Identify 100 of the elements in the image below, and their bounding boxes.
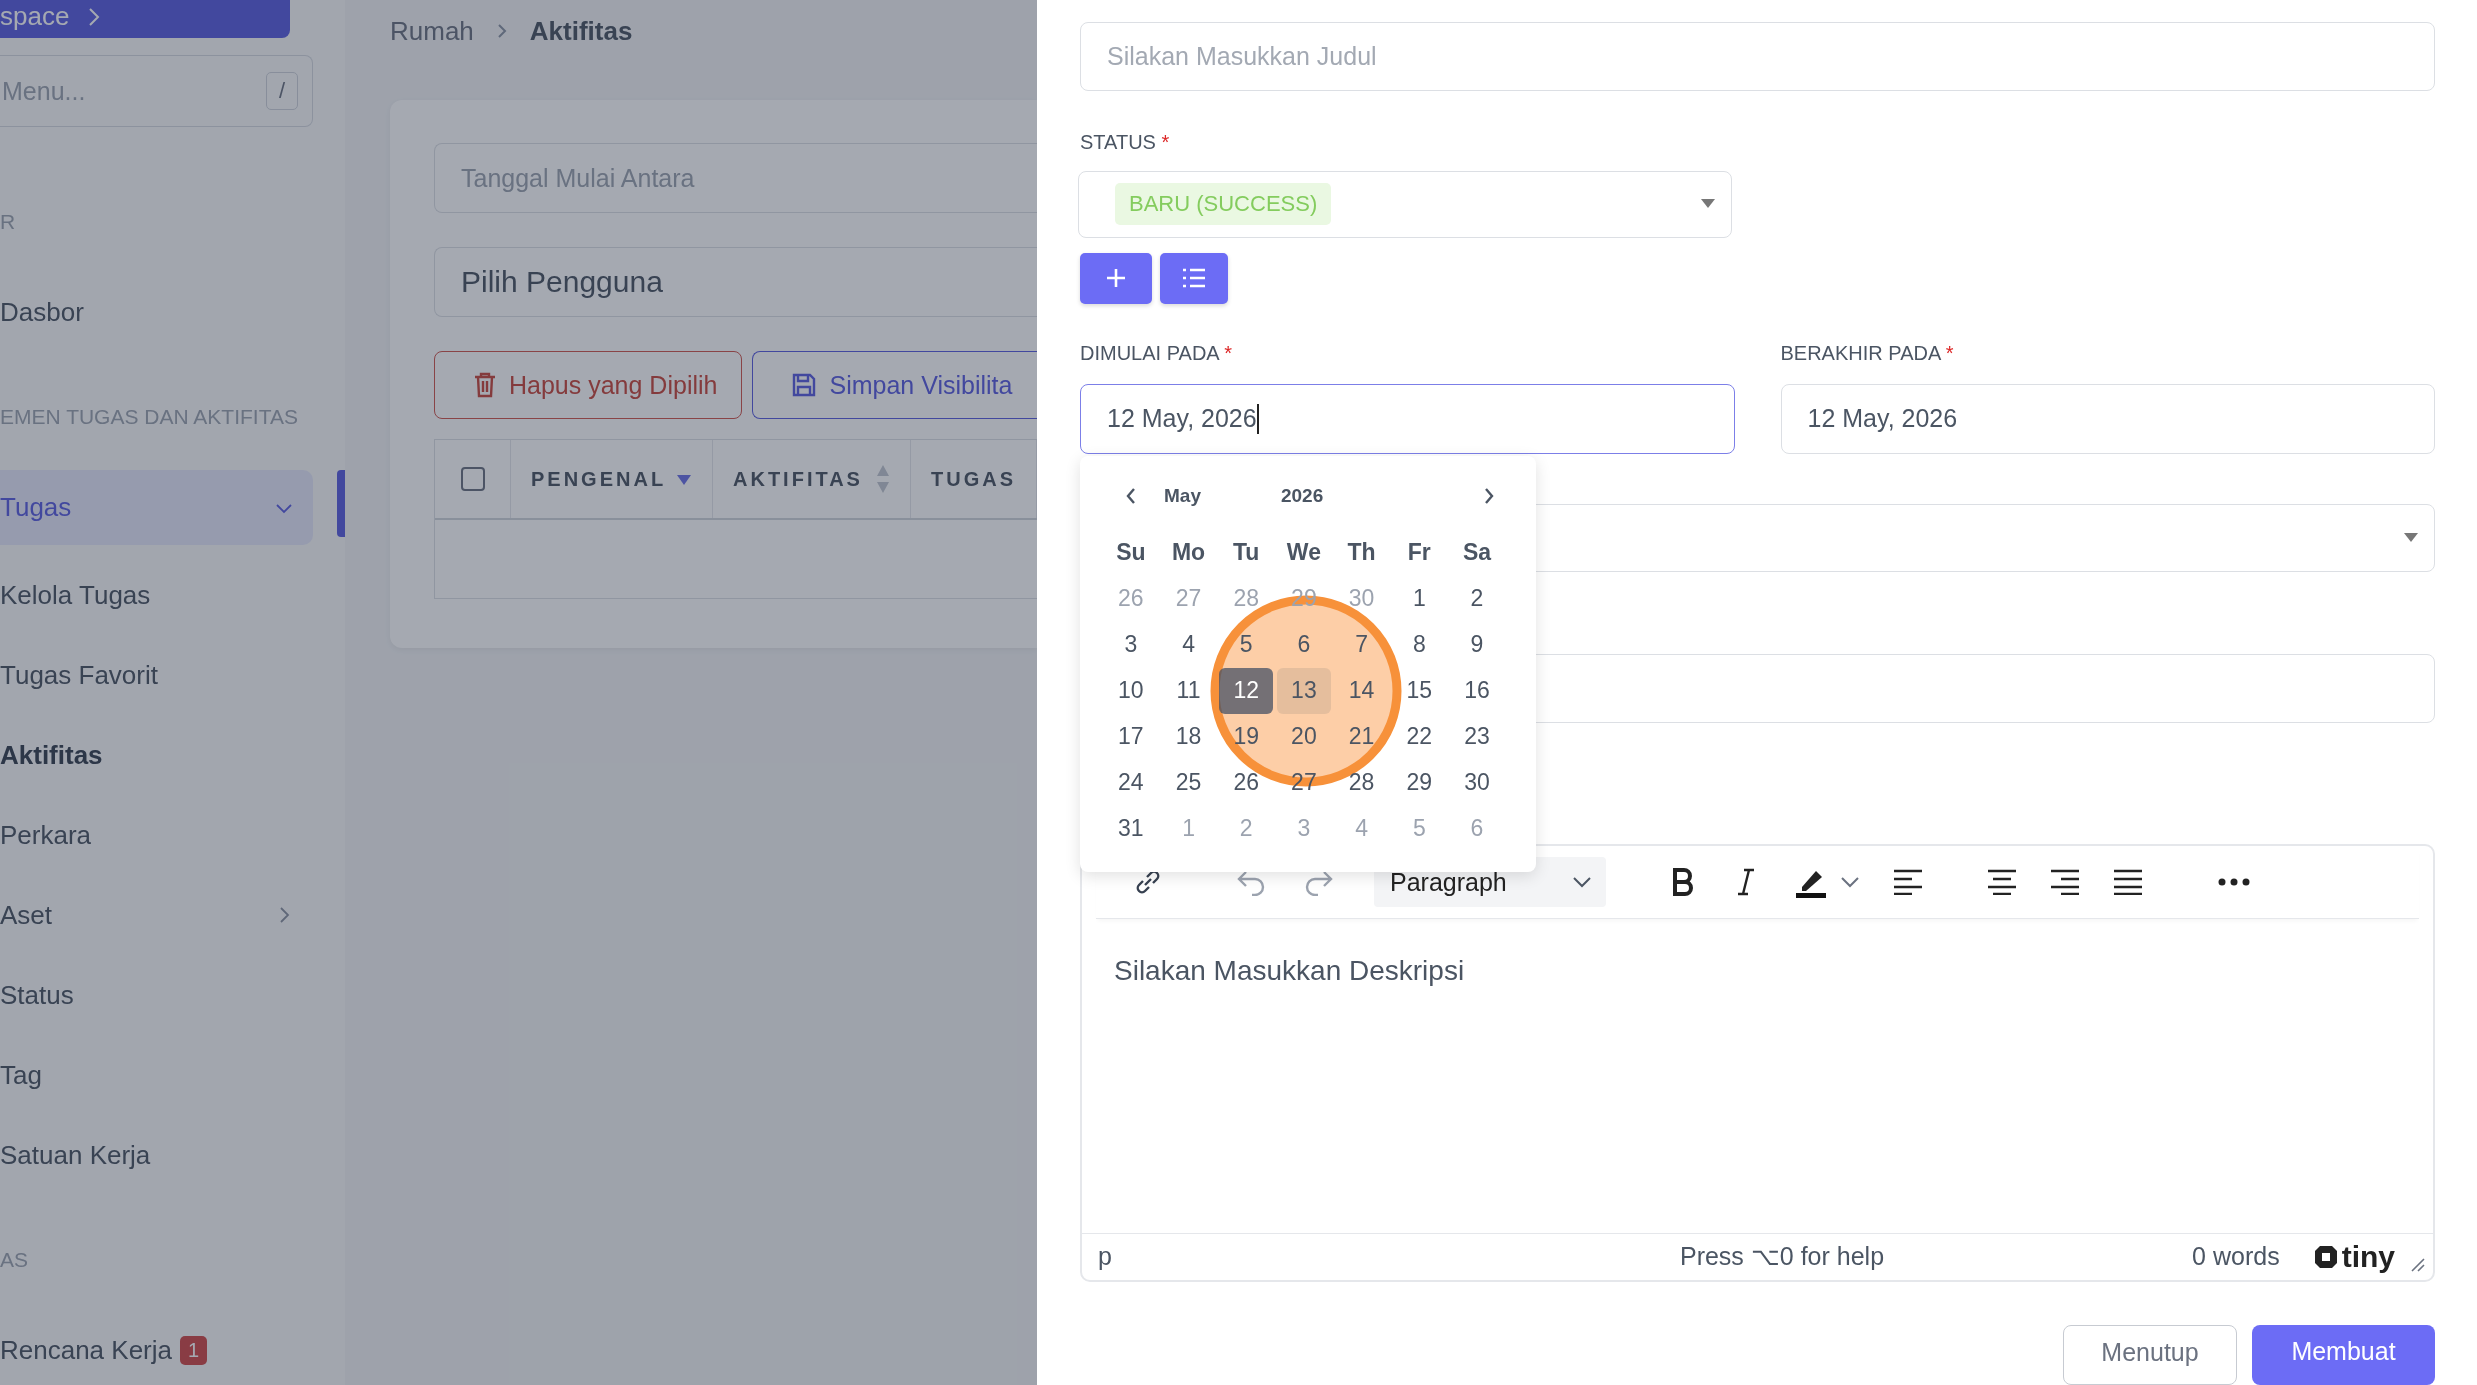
resize-handle-icon[interactable] xyxy=(2409,1256,2425,1272)
add-button[interactable] xyxy=(1080,252,1152,304)
breadcrumb-link[interactable]: Rumah xyxy=(390,15,474,47)
status-tag: BARU (SUCCESS) xyxy=(1115,183,1332,226)
bold-icon[interactable] xyxy=(1672,868,1694,896)
date-field[interactable]: 12 May, 2026 xyxy=(1080,383,1735,454)
nav-item[interactable]: Dasbor xyxy=(0,272,313,352)
menu-search-field[interactable]: Menu... / xyxy=(0,55,313,127)
nav-item[interactable]: Aset xyxy=(0,875,313,955)
help-hint: Press ⌥0 for help xyxy=(1678,1242,1885,1272)
nav-item[interactable]: Rencana Kerja 1 xyxy=(0,1310,313,1385)
calendar-day[interactable]: 29 xyxy=(1392,759,1447,806)
column-header[interactable]: PENGENAL xyxy=(531,467,667,491)
calendar-day[interactable]: 5 xyxy=(1219,621,1274,668)
weekday-label: Tu xyxy=(1232,538,1261,568)
save-visibility-button[interactable]: Simpan Visibilita xyxy=(752,351,1037,419)
nav-item[interactable]: Perkara xyxy=(0,795,313,875)
field-label: BERAKHIR PADA xyxy=(1780,341,1941,364)
nav-item[interactable]: Tugas Favorit xyxy=(0,635,313,715)
calendar-day[interactable]: 16 xyxy=(1450,667,1504,714)
weekday-label: Fr xyxy=(1406,538,1432,568)
calendar-day[interactable]: 20 xyxy=(1277,713,1331,760)
calendar-day[interactable]: 31 xyxy=(1104,805,1158,852)
calendar-day[interactable]: 28 xyxy=(1334,759,1389,806)
calendar-day[interactable]: 23 xyxy=(1450,713,1504,760)
calendar-day[interactable]: 2 xyxy=(1450,575,1504,622)
create-button[interactable]: Membuat xyxy=(2252,1325,2435,1385)
calendar-day[interactable]: 25 xyxy=(1161,759,1216,806)
calendar-day[interactable]: 19 xyxy=(1219,713,1274,760)
required-mark: * xyxy=(1224,341,1232,364)
count-badge: 1 xyxy=(180,1335,208,1365)
cube-icon xyxy=(2313,1245,2338,1269)
element-path[interactable]: p xyxy=(1098,1242,1112,1272)
trash-icon xyxy=(473,371,497,399)
close-button[interactable]: Menutup xyxy=(2063,1325,2237,1385)
calendar-day[interactable]: 4 xyxy=(1161,621,1216,668)
chevron-down-icon[interactable] xyxy=(1840,876,1860,888)
column-header[interactable]: AKTIFITAS xyxy=(733,467,863,491)
field-label: STATUS xyxy=(1080,130,1156,153)
align-left-icon[interactable] xyxy=(1893,869,1923,895)
section-heading: R xyxy=(0,209,17,235)
delete-selected-button[interactable]: Hapus yang Dipilih xyxy=(434,351,743,419)
weekday-label: We xyxy=(1285,538,1322,568)
date-field[interactable]: 12 May, 2026 xyxy=(1780,383,2435,454)
nav-item[interactable]: Tugas xyxy=(0,470,313,545)
calendar-day[interactable]: 22 xyxy=(1392,713,1447,760)
section-heading: EMEN TUGAS DAN AKTIFITAS xyxy=(0,404,299,430)
sort-descending-icon[interactable] xyxy=(676,472,692,486)
calendar-day[interactable]: 21 xyxy=(1334,713,1389,760)
calendar-day[interactable]: 17 xyxy=(1104,713,1158,760)
weekday-label: Th xyxy=(1346,538,1377,568)
chevron-right-icon xyxy=(495,22,508,40)
calendar-day[interactable]: 30 xyxy=(1450,759,1504,806)
calendar-day[interactable]: 11 xyxy=(1161,667,1216,714)
calendar-day[interactable]: 12 xyxy=(1219,667,1274,714)
nav-item[interactable]: Aktifitas xyxy=(0,715,313,795)
word-count[interactable]: 0 words xyxy=(2192,1242,2280,1272)
workspace-button[interactable]: space xyxy=(0,0,290,38)
calendar-day[interactable]: 3 xyxy=(1104,621,1158,668)
nav-item[interactable]: Satuan Kerja xyxy=(0,1115,313,1195)
month-label[interactable]: May xyxy=(1164,484,1201,507)
user-select[interactable]: Pilih Pengguna xyxy=(434,247,1037,317)
justify-icon[interactable] xyxy=(2113,869,2143,895)
brand-logo[interactable]: tiny xyxy=(2313,1240,2395,1274)
more-icon[interactable] xyxy=(2218,878,2250,886)
shortcut-key: / xyxy=(266,72,298,110)
align-right-icon[interactable] xyxy=(2050,869,2080,895)
calendar-day[interactable]: 7 xyxy=(1334,621,1389,668)
required-mark: * xyxy=(1945,341,1954,364)
required-mark: * xyxy=(1161,130,1170,153)
nav-item[interactable]: Status xyxy=(0,955,313,1035)
year-label[interactable]: 2026 xyxy=(1280,484,1324,507)
weekday-label: Mo xyxy=(1170,538,1207,568)
calendar-day[interactable]: 14 xyxy=(1334,667,1389,714)
nav-item[interactable]: Tag xyxy=(0,1035,313,1115)
calendar-day[interactable]: 13 xyxy=(1277,667,1331,714)
calendar-day[interactable]: 26 xyxy=(1219,759,1274,806)
column-header[interactable]: TUGAS xyxy=(931,467,1016,491)
select-all-checkbox[interactable] xyxy=(460,467,485,491)
nav-item[interactable]: Kelola Tugas xyxy=(0,555,313,635)
list-icon xyxy=(1182,268,1206,289)
list-button[interactable] xyxy=(1160,252,1228,304)
caret-down-icon xyxy=(2404,533,2418,544)
calendar-day[interactable]: 15 xyxy=(1392,667,1447,714)
italic-icon[interactable] xyxy=(1736,868,1756,896)
calendar-day[interactable]: 9 xyxy=(1450,621,1504,668)
calendar-day[interactable]: 18 xyxy=(1161,713,1216,760)
calendar-day[interactable]: 6 xyxy=(1277,621,1331,668)
calendar-day[interactable]: 24 xyxy=(1104,759,1158,806)
chevron-right-icon xyxy=(87,6,102,28)
calendar-day[interactable]: 1 xyxy=(1392,575,1447,622)
weekday-label: Su xyxy=(1115,538,1147,568)
editor-text-area[interactable]: Silakan Masukkan Deskripsi xyxy=(1082,919,2433,1233)
plus-icon xyxy=(1105,267,1127,290)
caret-down-icon xyxy=(1701,199,1715,210)
section-heading: AS xyxy=(0,1247,29,1273)
calendar-day[interactable]: 10 xyxy=(1104,667,1158,714)
active-indicator xyxy=(337,470,345,537)
calendar-day[interactable]: 8 xyxy=(1392,621,1447,668)
align-center-icon[interactable] xyxy=(1987,869,2017,895)
